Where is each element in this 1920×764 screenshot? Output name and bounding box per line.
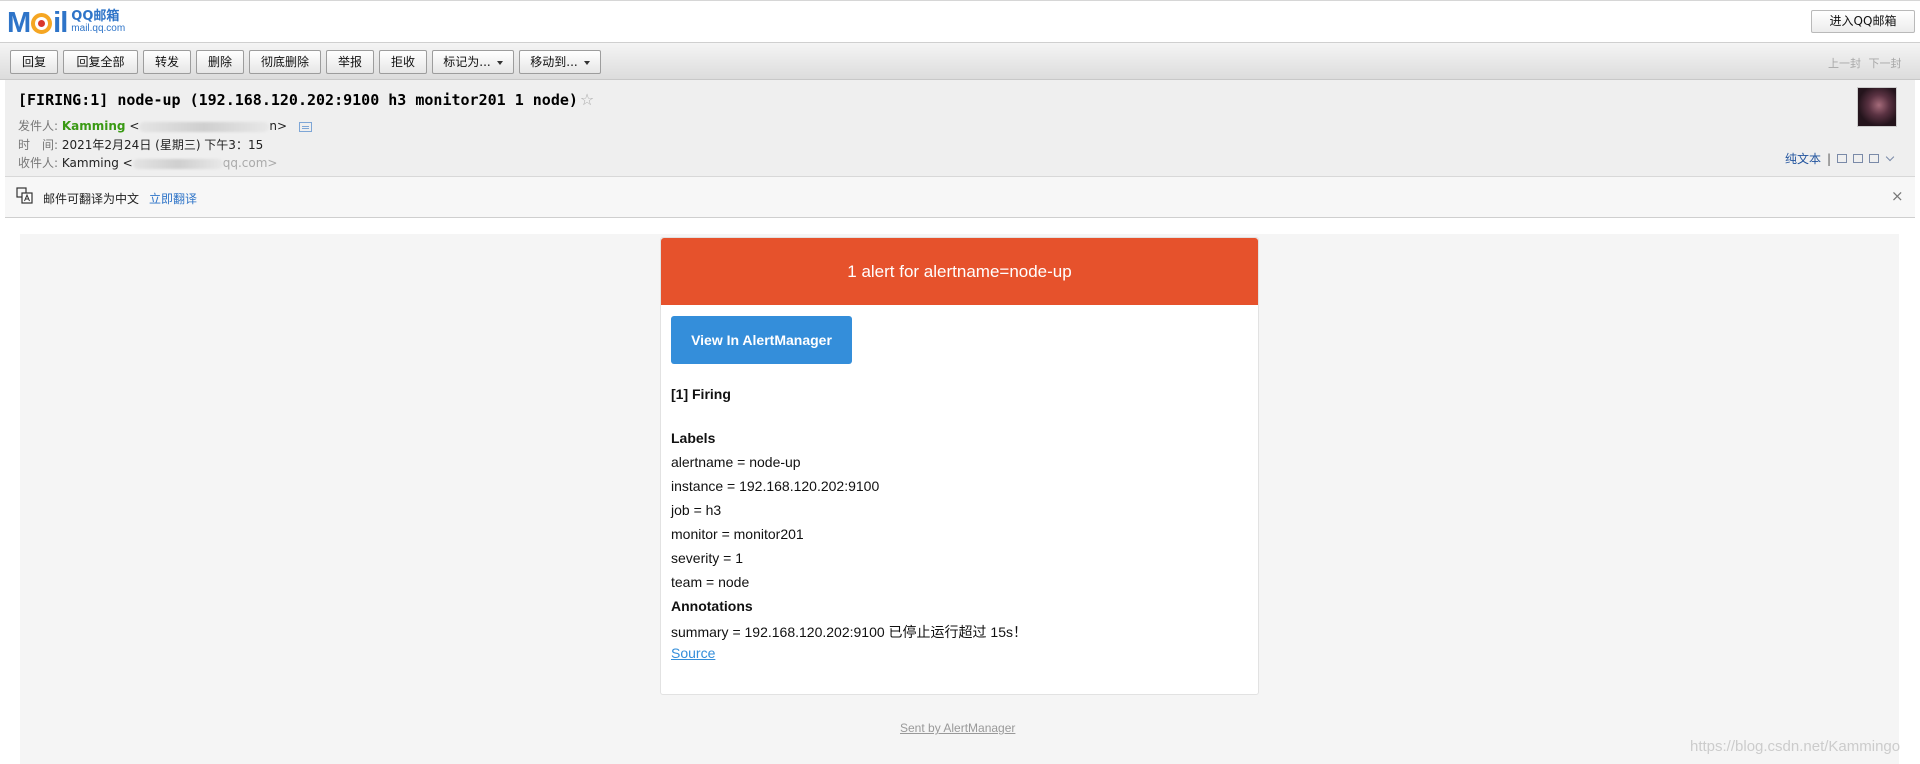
redacted-email — [132, 158, 223, 169]
qq-mail-logo[interactable]: Mil QQ邮箱 mail.qq.com — [7, 8, 125, 38]
folder-icon[interactable] — [1853, 154, 1864, 163]
header-actions: 纯文本 | — [1785, 150, 1895, 167]
translate-now-link[interactable]: 立即翻译 — [149, 190, 197, 207]
delete-button[interactable]: 删除 — [196, 50, 244, 74]
open-window-icon[interactable] — [1837, 154, 1848, 163]
delete-permanently-button[interactable]: 彻底删除 — [249, 50, 321, 74]
labels-title: Labels — [671, 430, 716, 446]
annotations-title: Annotations — [671, 598, 753, 614]
time-row: 时 间: 2021年2月24日 (星期三) 下午3：15 — [18, 138, 264, 152]
sent-by-alertmanager-link[interactable]: Sent by AlertManager — [900, 721, 1015, 735]
mail-toolbar: 回复 回复全部 转发 删除 彻底删除 举报 拒收 标记为... 移动到... 上… — [0, 42, 1920, 80]
sender-row: 发件人: Kamming < n> — [18, 117, 312, 134]
redacted-email — [139, 121, 270, 132]
plain-text-link[interactable]: 纯文本 — [1785, 150, 1821, 167]
annotation-summary: summary = 192.168.120.202:9100 已停止运行超过 1… — [671, 624, 1028, 640]
label-item: team = node — [671, 574, 750, 590]
source-link[interactable]: Source — [671, 645, 715, 661]
logo-wordmark: Mil — [7, 7, 68, 39]
logo-subtitle: QQ邮箱 mail.qq.com — [71, 9, 126, 34]
recipient-name[interactable]: Kamming — [62, 156, 119, 170]
next-mail-link[interactable]: 下一封 — [1869, 57, 1902, 70]
star-icon[interactable]: ☆ — [580, 90, 594, 109]
top-bar: Mil QQ邮箱 mail.qq.com 进入QQ邮箱 — [0, 0, 1920, 40]
label-item: severity = 1 — [671, 550, 743, 566]
print-icon[interactable] — [1869, 154, 1880, 163]
move-to-dropdown[interactable]: 移动到... — [519, 50, 601, 74]
sender-name[interactable]: Kamming — [62, 119, 126, 133]
caret-down-icon — [496, 60, 503, 65]
logo-o-icon — [31, 12, 53, 34]
mail-navigation: 上一封 下一封 — [1828, 55, 1902, 71]
mail-subject: [FIRING:1] node-up (192.168.120.202:9100… — [18, 90, 595, 109]
reject-button[interactable]: 拒收 — [379, 50, 427, 74]
prev-mail-link[interactable]: 上一封 — [1828, 57, 1861, 70]
label-item: alertname = node-up — [671, 454, 801, 470]
forward-button[interactable]: 转发 — [143, 50, 191, 74]
alert-header: 1 alert for alertname=node-up — [661, 238, 1258, 305]
label-item: job = h3 — [671, 502, 722, 518]
translate-bar: 邮件可翻译为中文 立即翻译 × — [5, 176, 1915, 218]
view-in-alertmanager-button[interactable]: View In AlertManager — [671, 316, 852, 364]
label-item: instance = 192.168.120.202:9100 — [671, 478, 880, 494]
mail-header: [FIRING:1] node-up (192.168.120.202:9100… — [5, 80, 1915, 176]
contact-card-icon[interactable] — [298, 121, 312, 132]
sent-time: 2021年2月24日 (星期三) 下午3：15 — [61, 138, 264, 152]
sender-avatar[interactable] — [1857, 87, 1897, 127]
watermark: https://blog.csdn.net/Kammingo — [1690, 738, 1901, 755]
caret-down-icon — [583, 60, 590, 65]
enter-qq-mail-button[interactable]: 进入QQ邮箱 — [1811, 10, 1915, 33]
reply-button[interactable]: 回复 — [10, 50, 58, 74]
alert-card: 1 alert for alertname=node-up View In Al… — [660, 237, 1259, 695]
mark-as-dropdown[interactable]: 标记为... — [432, 50, 514, 74]
label-item: monitor = monitor201 — [671, 526, 804, 542]
recipient-row: 收件人: Kamming < qq.com> — [18, 156, 278, 170]
reply-all-button[interactable]: 回复全部 — [63, 50, 138, 74]
firing-title: [1] Firing — [671, 386, 731, 402]
close-icon[interactable]: × — [1891, 187, 1904, 205]
chevron-down-icon[interactable] — [1885, 152, 1895, 161]
translate-icon — [16, 187, 33, 204]
translate-message: 邮件可翻译为中文 — [43, 192, 140, 206]
report-button[interactable]: 举报 — [326, 50, 374, 74]
